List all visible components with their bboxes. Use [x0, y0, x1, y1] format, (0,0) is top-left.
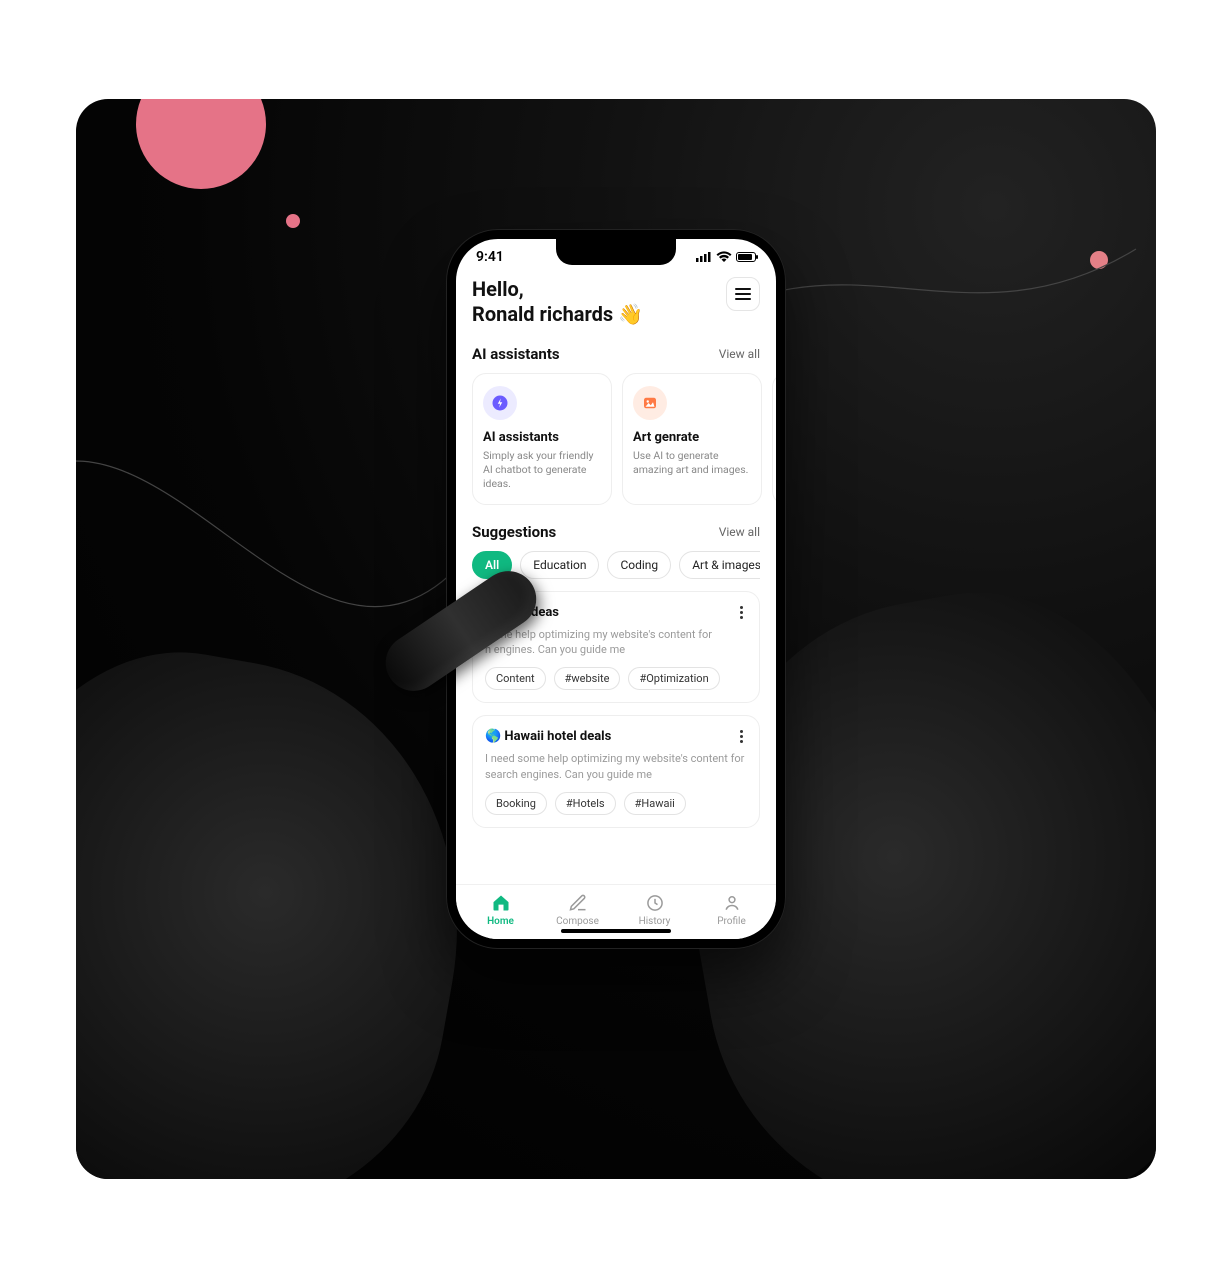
suggestion-title: Hawaii hotel deals [504, 729, 611, 744]
cellular-signal-icon [696, 252, 712, 262]
assistant-card-ai[interactable]: AI assistants Simply ask your friendly A… [472, 373, 612, 505]
compose-icon [568, 893, 588, 913]
suggestions-view-all-link[interactable]: View all [719, 525, 760, 539]
tag[interactable]: #website [554, 667, 621, 690]
tag[interactable]: #Optimization [628, 667, 719, 690]
tab-profile[interactable]: Profile [693, 893, 770, 927]
assistant-card-translate[interactable]: Tra Eas con [772, 373, 776, 505]
assistants-title: AI assistants [472, 345, 560, 363]
more-options-button[interactable] [736, 604, 747, 621]
suggestions-title: Suggestions [472, 523, 556, 541]
image-icon [633, 386, 667, 420]
tab-compose[interactable]: Compose [539, 893, 616, 927]
mockup-stage: 9:41 Hello, Ronald richar [76, 99, 1156, 1179]
battery-icon [736, 252, 756, 262]
filter-chip-art[interactable]: Art & images [679, 551, 760, 579]
more-options-button[interactable] [736, 728, 747, 745]
suggestion-emoji: 🌎 [485, 729, 501, 744]
suggestion-desc: some help optimizing my website's conten… [485, 627, 747, 658]
home-icon [491, 893, 511, 913]
tab-label: History [639, 916, 671, 927]
assistants-view-all-link[interactable]: View all [719, 347, 760, 361]
decoration-circle-small [286, 214, 300, 228]
tag[interactable]: #Hawaii [624, 792, 686, 815]
status-time: 9:41 [476, 249, 504, 265]
card-title: AI assistants [483, 430, 601, 445]
card-title: Art genrate [633, 430, 751, 445]
tab-label: Compose [556, 916, 599, 927]
phone-notch [556, 239, 676, 265]
bolt-icon [483, 386, 517, 420]
suggestion-card[interactable]: 🌎 Hawaii hotel deals I need some help op… [472, 715, 760, 828]
tab-label: Profile [717, 916, 746, 927]
decoration-circle-large [136, 99, 266, 189]
hamburger-icon [735, 288, 751, 300]
greeting-block: Hello, Ronald richards 👋 [472, 277, 643, 327]
filter-chip-education[interactable]: Education [520, 551, 599, 579]
tag[interactable]: #Hotels [555, 792, 616, 815]
card-desc: Use AI to generate amazing art and image… [633, 449, 751, 477]
suggestion-desc: I need some help optimizing my website's… [485, 751, 747, 782]
assistant-card-art[interactable]: Art genrate Use AI to generate amazing a… [622, 373, 762, 505]
tag[interactable]: Booking [485, 792, 547, 815]
card-desc: Simply ask your friendly AI chatbot to g… [483, 449, 601, 492]
profile-icon [722, 893, 742, 913]
greeting-line1: Hello, [472, 277, 524, 301]
home-indicator [561, 929, 671, 933]
tag[interactable]: Content [485, 667, 546, 690]
tab-home[interactable]: Home [462, 893, 539, 927]
wifi-icon [716, 251, 732, 263]
tab-history[interactable]: History [616, 893, 693, 927]
filter-chip-coding[interactable]: Coding [607, 551, 671, 579]
greeting-line2: Ronald richards 👋 [472, 302, 643, 326]
assistants-row[interactable]: AI assistants Simply ask your friendly A… [472, 373, 760, 505]
tab-label: Home [487, 916, 514, 927]
history-icon [645, 893, 665, 913]
menu-button[interactable] [726, 277, 760, 311]
